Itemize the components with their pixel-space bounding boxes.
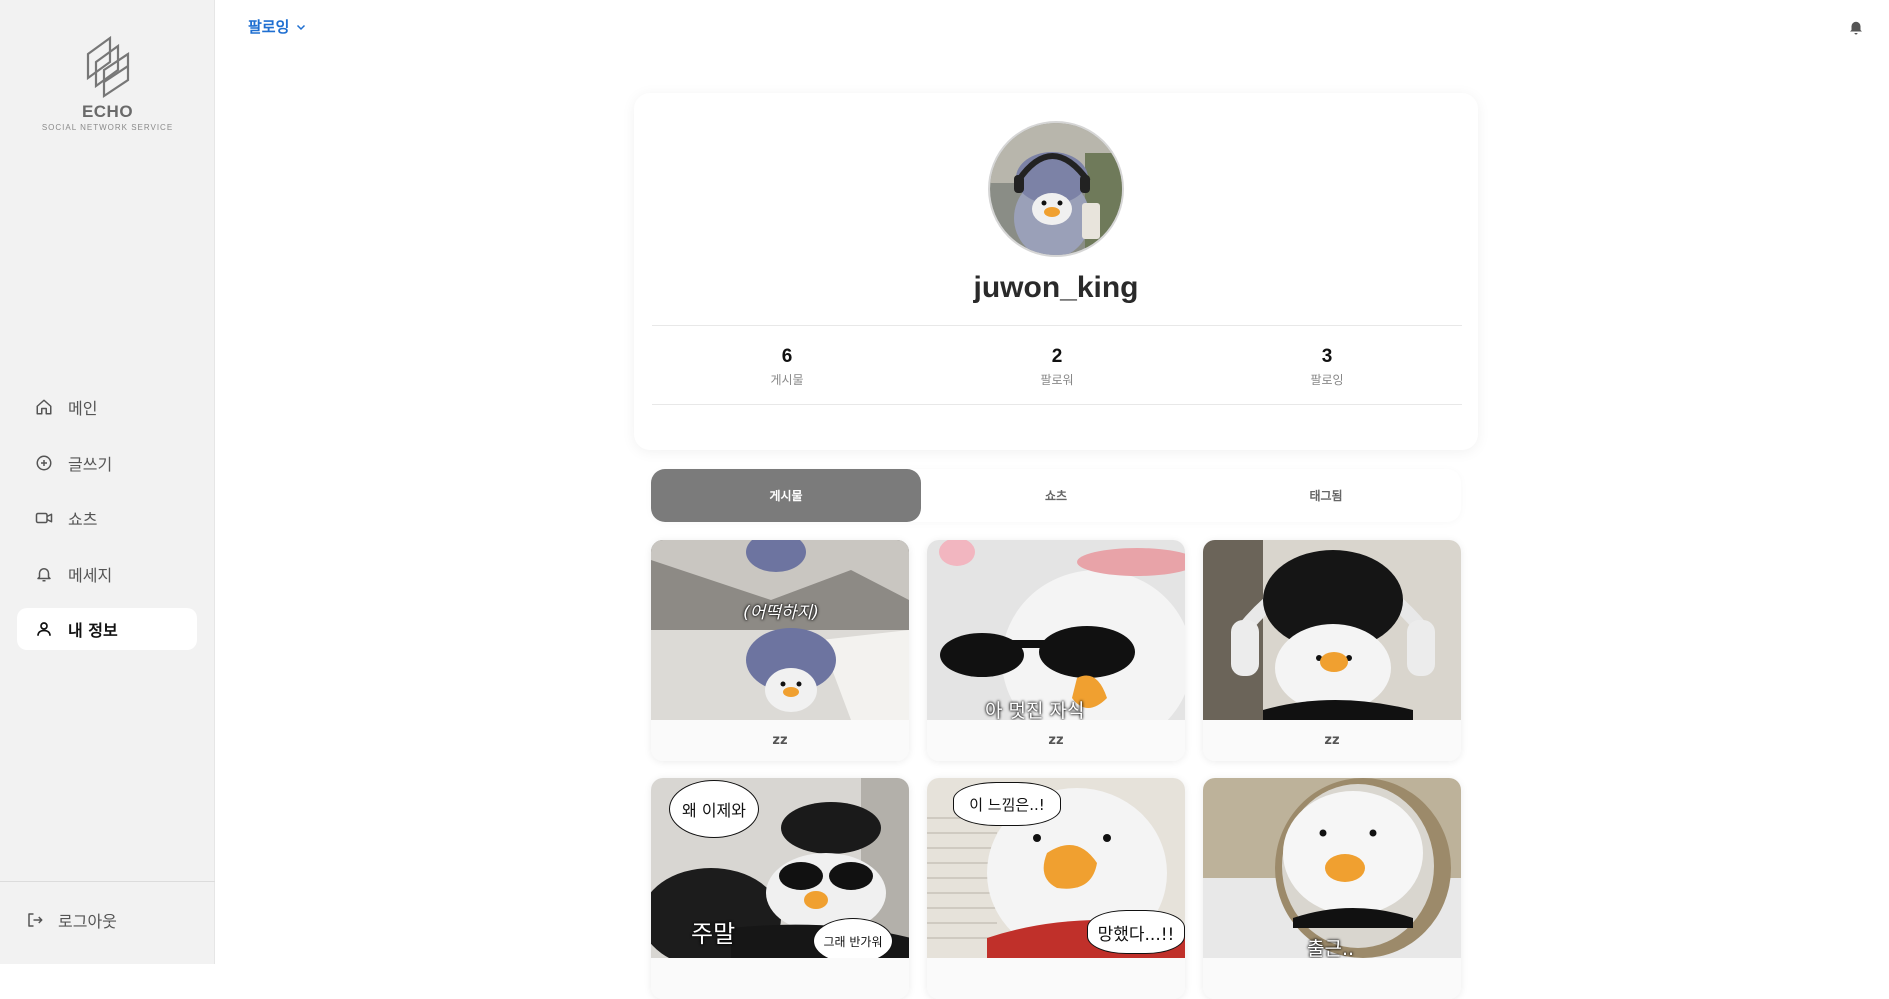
post-thumbnail: 이 느낌은..! 망했다...!! — [927, 778, 1185, 958]
post-caption: zz — [651, 720, 909, 761]
brand-tagline: SOCIAL NETWORK SERVICE — [41, 123, 174, 132]
sidebar-item-label: 메세지 — [68, 565, 113, 585]
sidebar: ECHO SOCIAL NETWORK SERVICE 메인 글쓰기 쇼츠 메세… — [0, 0, 215, 964]
feed-filter-dropdown[interactable]: 팔로잉 — [248, 16, 307, 37]
post-thumbnail: 아 멋진 자식 — [927, 540, 1185, 720]
avatar[interactable] — [988, 121, 1124, 257]
logout-icon — [26, 910, 46, 930]
post-thumbnail: (어떡하지) — [651, 540, 909, 720]
logout-label: 로그아웃 — [58, 912, 117, 931]
post-thumbnail — [1203, 540, 1461, 720]
post-overlay-text: 주말 — [691, 920, 736, 948]
profile-tabs: 게시물 쇼츠 태그됨 — [651, 469, 1461, 522]
post-overlay-text: (어떡하지) — [743, 603, 819, 623]
logout-button[interactable]: 로그아웃 — [26, 908, 117, 932]
post-caption: zz — [1203, 720, 1461, 761]
post-card[interactable]: 이 느낌은..! 망했다...!! — [927, 778, 1185, 999]
sidebar-item-label: 쇼츠 — [68, 510, 98, 529]
post-card[interactable]: 왜 이제와 그래 반가워 주말 — [651, 778, 909, 999]
chevron-down-icon — [295, 21, 307, 33]
sidebar-item-my-info[interactable]: 내 정보 — [17, 608, 197, 650]
home-icon — [34, 397, 54, 417]
post-thumbnail: 왜 이제와 그래 반가워 주말 — [651, 778, 909, 958]
sidebar-item-write[interactable]: 글쓰기 — [17, 442, 197, 484]
stat-label: 팔로잉 — [1310, 373, 1344, 387]
stat-following[interactable]: 3 팔로잉 — [1192, 326, 1462, 404]
tab-tagged[interactable]: 태그됨 — [1191, 469, 1461, 522]
stat-label: 팔로워 — [1040, 373, 1074, 387]
post-card[interactable]: zz — [1203, 540, 1461, 761]
tab-shorts[interactable]: 쇼츠 — [921, 469, 1191, 522]
feed-filter-label: 팔로잉 — [248, 18, 290, 36]
sidebar-item-shorts[interactable]: 쇼츠 — [17, 497, 197, 539]
tab-posts[interactable]: 게시물 — [651, 469, 921, 522]
stat-value: 6 — [781, 346, 793, 367]
post-overlay-text: 출근.. — [1307, 938, 1355, 958]
post-caption — [927, 958, 1185, 999]
sidebar-item-label: 내 정보 — [68, 621, 118, 640]
sidebar-item-label: 글쓰기 — [68, 454, 113, 474]
profile-username: juwon_king — [973, 271, 1139, 304]
post-caption: zz — [927, 720, 1185, 761]
notification-bell-icon[interactable] — [1847, 17, 1867, 37]
brand-name: ECHO — [81, 102, 134, 121]
post-caption — [651, 958, 909, 999]
sidebar-divider — [0, 881, 215, 882]
user-icon — [34, 619, 54, 639]
sidebar-item-label: 메인 — [68, 399, 98, 418]
stat-value: 3 — [1321, 346, 1333, 367]
bell-icon — [34, 564, 54, 584]
stat-followers[interactable]: 2 팔로워 — [922, 326, 1192, 404]
post-card[interactable]: 출근.. — [1203, 778, 1461, 999]
speech-bubble: 그래 반가워 — [813, 918, 893, 958]
sidebar-nav: 메인 글쓰기 쇼츠 메세지 내 정보 — [17, 386, 197, 664]
post-card[interactable]: 아 멋진 자식 zz — [927, 540, 1185, 761]
speech-bubble: 망했다...!! — [1087, 910, 1185, 954]
video-icon — [34, 508, 54, 528]
speech-bubble: 이 느낌은..! — [953, 782, 1061, 826]
sidebar-item-main[interactable]: 메인 — [17, 386, 197, 428]
profile-stats: 6 게시물 2 팔로워 3 팔로잉 — [652, 325, 1462, 405]
post-card[interactable]: (어떡하지) zz — [651, 540, 909, 761]
profile-card: juwon_king 6 게시물 2 팔로워 3 팔로잉 — [634, 93, 1478, 450]
stat-label: 게시물 — [770, 373, 804, 387]
post-thumbnail: 출근.. — [1203, 778, 1461, 958]
sidebar-item-messages[interactable]: 메세지 — [17, 553, 197, 595]
echo-logo-icon — [86, 35, 129, 99]
stat-posts[interactable]: 6 게시물 — [652, 326, 922, 404]
post-caption — [1203, 958, 1461, 999]
echo-logo[interactable]: ECHO SOCIAL NETWORK SERVICE — [40, 32, 175, 132]
plus-circle-icon — [34, 453, 54, 473]
stat-value: 2 — [1051, 346, 1063, 367]
post-overlay-text: 아 멋진 자식 — [985, 700, 1085, 720]
speech-bubble: 왜 이제와 — [669, 780, 759, 838]
